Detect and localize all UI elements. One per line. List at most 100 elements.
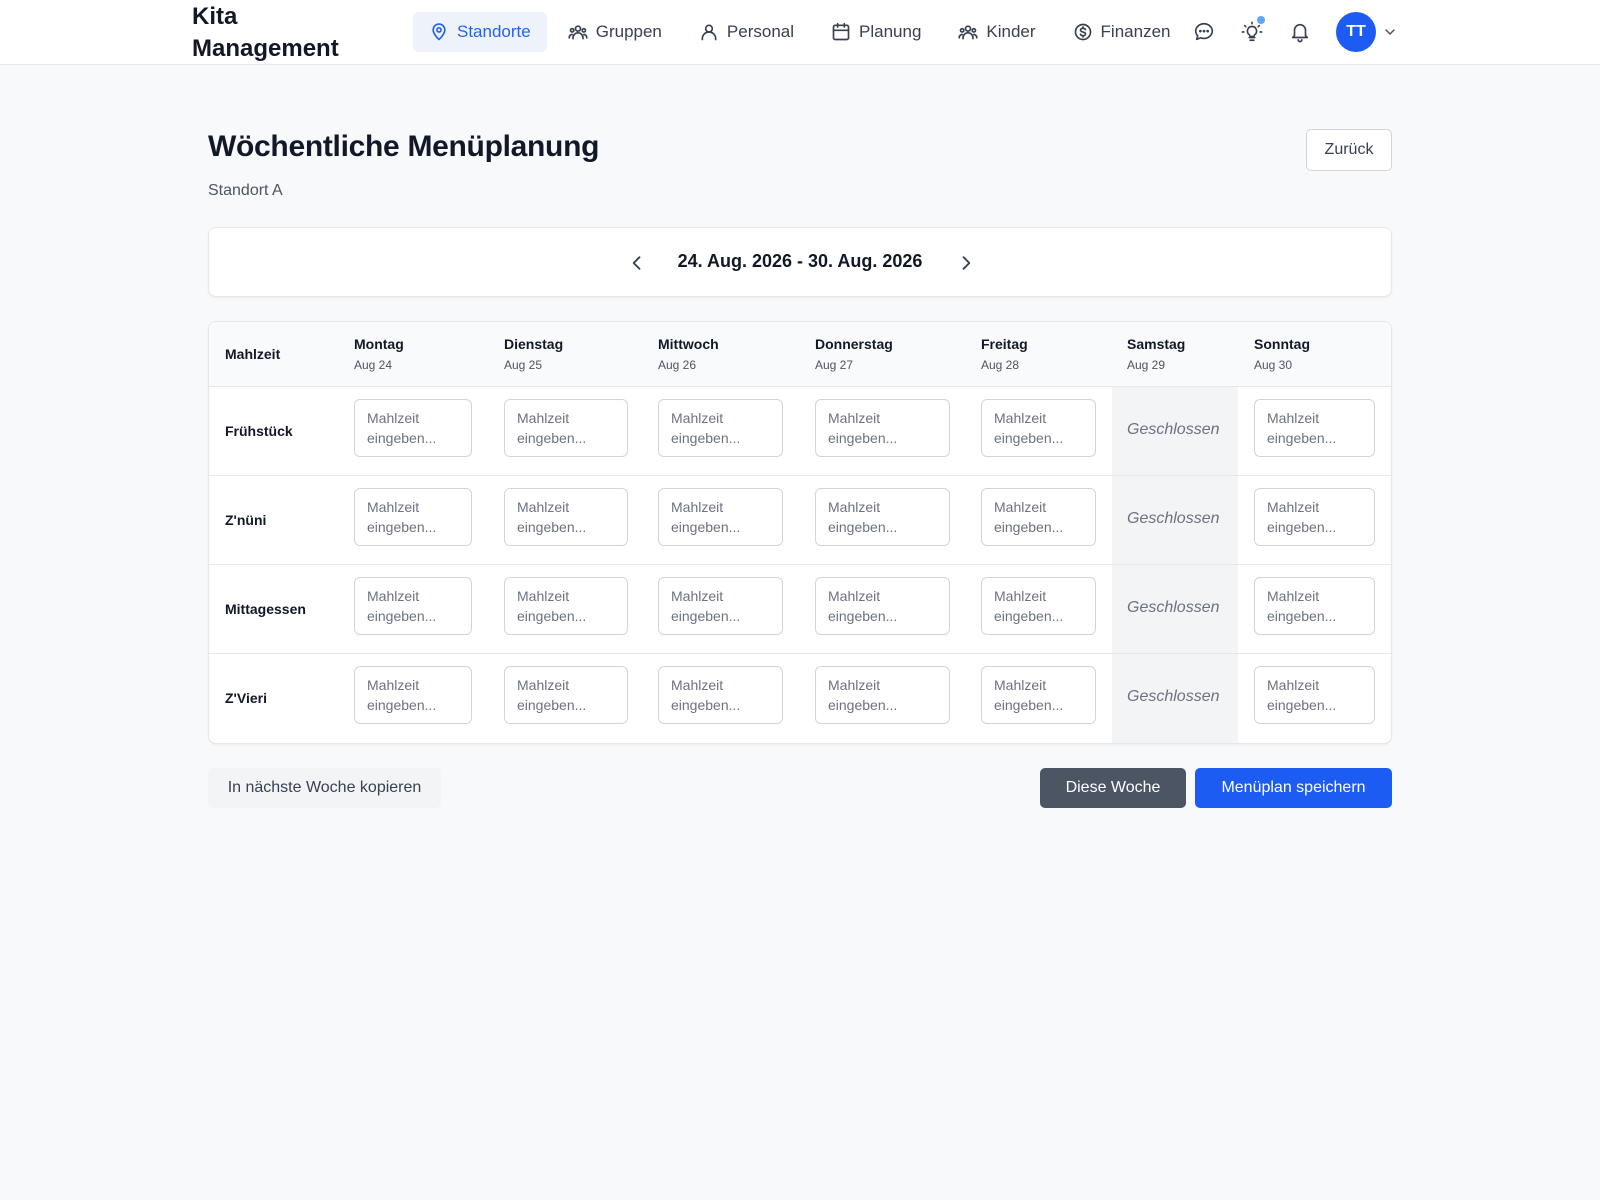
- meal-input[interactable]: [354, 488, 472, 546]
- nav-item-personal[interactable]: Personal: [683, 12, 810, 52]
- meal-input[interactable]: [815, 488, 950, 546]
- calendar-icon: [832, 22, 850, 41]
- meal-input[interactable]: [658, 577, 783, 635]
- day-date: Aug 24: [354, 358, 393, 372]
- meal-label: Mittagessen: [225, 601, 306, 617]
- users-icon: [568, 25, 588, 40]
- meal-input[interactable]: [504, 666, 628, 724]
- this-week-button[interactable]: Diese Woche: [1040, 768, 1186, 808]
- week-navigator: 24. Aug. 2026 - 30. Aug. 2026: [208, 227, 1392, 297]
- meal-input[interactable]: [504, 488, 628, 546]
- day-date: Aug 25: [504, 358, 543, 372]
- page-title: Wöchentliche Menüplanung: [208, 130, 600, 163]
- meal-input[interactable]: [658, 399, 783, 457]
- closed-label: Geschlossen: [1127, 599, 1220, 616]
- meal-input[interactable]: [504, 399, 628, 457]
- nav-item-gruppen[interactable]: Gruppen: [552, 12, 678, 52]
- dollar-circle-icon: [1074, 23, 1091, 41]
- chevron-down-icon[interactable]: [1382, 24, 1398, 40]
- nav-item-standorte[interactable]: Standorte: [413, 12, 547, 52]
- map-pin-icon: [432, 23, 446, 41]
- day-header-samstag: Samstag Aug 29: [1127, 336, 1185, 372]
- nav-item-finanzen[interactable]: Finanzen: [1057, 12, 1187, 52]
- day-date: Aug 26: [658, 358, 697, 372]
- day-date: Aug 29: [1127, 358, 1166, 372]
- meal-input[interactable]: [815, 666, 950, 724]
- meal-input[interactable]: [1254, 488, 1375, 546]
- back-button[interactable]: Zurück: [1306, 129, 1392, 171]
- day-name: Donnerstag: [815, 336, 893, 352]
- day-name: Dienstag: [504, 336, 564, 352]
- nav-label: Kinder: [986, 22, 1036, 41]
- main-nav: Standorte Gruppen Personal Planung Kinde…: [413, 12, 1191, 52]
- user-avatar[interactable]: TT: [1336, 12, 1376, 52]
- meal-input[interactable]: [658, 666, 783, 724]
- nav-item-kinder[interactable]: Kinder: [942, 12, 1051, 52]
- nav-label: Personal: [726, 22, 795, 41]
- nav-item-planung[interactable]: Planung: [815, 12, 937, 52]
- meal-input[interactable]: [354, 577, 472, 635]
- nav-label: Planung: [859, 22, 922, 41]
- meal-column-header: Mahlzeit: [225, 346, 281, 362]
- table-row-mittagessen: Mittagessen Geschlossen: [209, 565, 1391, 654]
- nav-label: Gruppen: [595, 22, 662, 41]
- meal-input[interactable]: [981, 577, 1096, 635]
- closed-label: Geschlossen: [1127, 510, 1220, 527]
- day-header-dienstag: Dienstag Aug 25: [504, 336, 563, 372]
- day-name: Sonntag: [1254, 336, 1310, 352]
- meal-input[interactable]: [1254, 577, 1375, 635]
- meal-input[interactable]: [1254, 399, 1375, 457]
- table-row-zvieri: Z'Vieri Geschlossen: [209, 654, 1391, 743]
- top-navbar: Kita Management Standorte Gruppen Person…: [0, 0, 1600, 65]
- meal-input[interactable]: [504, 577, 628, 635]
- location-subtitle: Standort A: [208, 182, 283, 199]
- chevron-right-icon: [962, 256, 971, 270]
- day-header-montag: Montag Aug 24: [354, 336, 404, 372]
- app-brand[interactable]: Kita Management: [192, 1, 372, 65]
- lightbulb-button[interactable]: [1236, 16, 1268, 48]
- meal-input[interactable]: [354, 399, 472, 457]
- day-header-donnerstag: Donnerstag Aug 27: [815, 336, 893, 372]
- closed-label: Geschlossen: [1127, 688, 1220, 705]
- save-menu-button[interactable]: Menüplan speichern: [1195, 768, 1392, 808]
- closed-label: Geschlossen: [1127, 421, 1220, 438]
- day-name: Samstag: [1127, 336, 1186, 352]
- table-header: Mahlzeit Montag Aug 24 Dienstag Aug 25 Mit…: [209, 322, 1391, 387]
- day-name: Freitag: [981, 336, 1028, 352]
- menu-table: Mahlzeit Montag Aug 24 Dienstag Aug 25 Mit…: [208, 321, 1392, 744]
- week-range: 24. Aug. 2026 - 30. Aug. 2026: [677, 251, 923, 271]
- day-name: Montag: [354, 336, 404, 352]
- nav-label: Standorte: [457, 22, 531, 41]
- day-header-freitag: Freitag Aug 28: [981, 336, 1028, 372]
- next-week-button[interactable]: [954, 251, 978, 275]
- notifications-button[interactable]: [1284, 16, 1316, 48]
- user-icon: [701, 24, 717, 41]
- copy-to-next-week-button[interactable]: In nächste Woche kopieren: [208, 768, 441, 808]
- meal-input[interactable]: [815, 399, 950, 457]
- day-date: Aug 28: [981, 358, 1020, 372]
- meal-input[interactable]: [354, 666, 472, 724]
- meal-label: Z'Vieri: [225, 690, 267, 706]
- meal-input[interactable]: [981, 488, 1096, 546]
- chat-button[interactable]: [1188, 16, 1220, 48]
- meal-input[interactable]: [1254, 666, 1375, 724]
- day-name: Mittwoch: [658, 336, 719, 352]
- bell-icon: [1291, 23, 1309, 43]
- meal-input[interactable]: [815, 577, 950, 635]
- chat-icon: [1194, 22, 1214, 41]
- day-date: Aug 30: [1254, 358, 1293, 372]
- meal-input[interactable]: [658, 488, 783, 546]
- users-icon: [958, 25, 978, 40]
- meal-label: Z'nüni: [225, 512, 267, 528]
- table-row-znueni: Z'nüni Geschlossen: [209, 476, 1391, 565]
- nav-label: Finanzen: [1100, 22, 1171, 41]
- notification-dot: [1257, 16, 1265, 24]
- day-header-mittwoch: Mittwoch Aug 26: [658, 336, 719, 372]
- meal-label: Frühstück: [225, 423, 293, 439]
- table-row-fruehstueck: Frühstück Geschlossen: [209, 387, 1391, 476]
- lightbulb-icon: [1241, 21, 1263, 42]
- meal-input[interactable]: [981, 666, 1096, 724]
- day-header-sonntag: Sonntag Aug 30: [1254, 336, 1310, 372]
- day-date: Aug 27: [815, 358, 854, 372]
- meal-input[interactable]: [981, 399, 1096, 457]
